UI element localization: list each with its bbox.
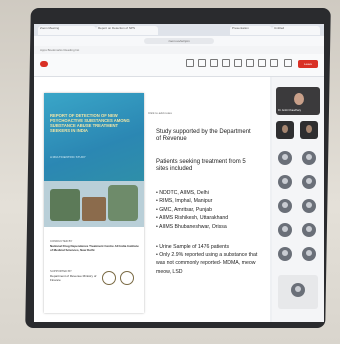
microphone-icon[interactable] bbox=[186, 59, 194, 67]
speaker-name: Dr. Ankit Chaudhary bbox=[278, 109, 302, 112]
notes-heading: Study supported by the Department of Rev… bbox=[156, 129, 251, 143]
url-field[interactable]: zoom.us/wc/join bbox=[144, 38, 214, 44]
participant-avatar-icon bbox=[291, 283, 305, 297]
apps-icon[interactable] bbox=[258, 59, 266, 67]
participants-icon[interactable] bbox=[210, 59, 218, 67]
participant-avatar-icon[interactable] bbox=[302, 247, 316, 261]
participants-panel: Dr. Ankit Chaudhary bbox=[272, 77, 324, 322]
list-item: GMC, Amritsar, Punjab bbox=[156, 206, 266, 214]
sites-list: NDDTC, AIIMS, Delhi RIMS, Imphal, Manipu… bbox=[156, 189, 266, 231]
participant-avatar-icon[interactable] bbox=[278, 247, 292, 261]
participant-video bbox=[282, 125, 288, 133]
list-item: AIIMS Rishikesh, Uttarakhand bbox=[156, 214, 266, 222]
participant-avatar-icon[interactable] bbox=[278, 175, 292, 189]
findings-list: Urine Sample of 1476 patients Only 2.9% … bbox=[156, 243, 266, 276]
browser-tab[interactable]: Presentation bbox=[230, 26, 272, 35]
participant-video-tile[interactable] bbox=[300, 121, 318, 139]
list-item: AIIMS Bhubaneshwar, Orissa bbox=[156, 223, 266, 231]
meeting-toolbar: Leave bbox=[34, 54, 324, 77]
settings-icon[interactable] bbox=[284, 59, 292, 67]
emblem-icon bbox=[102, 271, 116, 285]
browser-address-bar: zoom.us/wc/join bbox=[34, 36, 324, 46]
cover-banner: REPORT OF DETECTION OF NEW PSYCHOACTIVE … bbox=[44, 93, 144, 181]
browser-tab[interactable]: Report on Detection of NPS bbox=[96, 26, 158, 35]
notes-section: Patients seeking treatment from 5 sites … bbox=[156, 159, 246, 173]
list-item: Only 2.9% reported using a substance tha… bbox=[156, 251, 266, 276]
supported-by-label: SUPPORTED BY bbox=[50, 269, 72, 273]
conducted-by-label: CONDUCTED BY bbox=[50, 239, 73, 243]
browser-tab[interactable]: Untitled bbox=[272, 26, 320, 35]
reactions-icon[interactable] bbox=[246, 59, 254, 67]
participant-tile[interactable] bbox=[278, 275, 318, 309]
list-item: Urine Sample of 1476 patients bbox=[156, 243, 266, 251]
bookmarks-bar: Apps Bookmarks Reading list bbox=[34, 46, 324, 54]
participant-avatar-icon[interactable] bbox=[302, 223, 316, 237]
browser-tab-bar: Zoom Meeting Report on Detection of NPS … bbox=[34, 24, 324, 36]
leave-button[interactable]: Leave bbox=[298, 60, 318, 68]
share-screen-icon[interactable] bbox=[234, 59, 242, 67]
speaker-video bbox=[294, 93, 304, 105]
chat-icon[interactable] bbox=[222, 59, 230, 67]
more-icon[interactable] bbox=[270, 59, 278, 67]
notes-label: Click to add notes bbox=[148, 111, 172, 115]
record-icon[interactable] bbox=[40, 61, 48, 67]
speaker-notes: Click to add notes Study supported by th… bbox=[148, 111, 268, 315]
speaker-video-tile[interactable]: Dr. Ankit Chaudhary bbox=[276, 87, 320, 115]
participant-avatar-icon[interactable] bbox=[278, 223, 292, 237]
participant-avatar-icon[interactable] bbox=[278, 199, 292, 213]
list-item: RIMS, Imphal, Manipur bbox=[156, 197, 266, 205]
cover-photo bbox=[108, 185, 138, 221]
participant-video bbox=[306, 125, 312, 133]
participant-avatar-icon[interactable] bbox=[278, 151, 292, 165]
conducting-centre: National Drug Dependence Treatment Centr… bbox=[50, 244, 139, 252]
supporting-department: Department of Revenue Ministry of Financ… bbox=[50, 274, 97, 282]
cover-photos bbox=[44, 181, 144, 227]
list-item: NDDTC, AIIMS, Delhi bbox=[156, 189, 266, 197]
shared-presentation: REPORT OF DETECTION OF NEW PSYCHOACTIVE … bbox=[34, 77, 270, 322]
cover-photo bbox=[82, 197, 106, 221]
cover-title: REPORT OF DETECTION OF NEW PSYCHOACTIVE … bbox=[50, 113, 130, 133]
report-cover-slide: REPORT OF DETECTION OF NEW PSYCHOACTIVE … bbox=[44, 93, 144, 313]
laptop-screen: Zoom Meeting Report on Detection of NPS … bbox=[34, 24, 324, 322]
camera-icon[interactable] bbox=[198, 59, 206, 67]
participant-avatar-icon[interactable] bbox=[302, 151, 316, 165]
participant-video-tile[interactable] bbox=[276, 121, 294, 139]
participant-avatar-icon[interactable] bbox=[302, 175, 316, 189]
cover-photo bbox=[50, 189, 80, 221]
browser-tab[interactable]: Zoom Meeting bbox=[38, 26, 96, 35]
cover-subtitle: A MULTICENTRIC STUDY bbox=[50, 155, 86, 159]
participant-avatar-icon[interactable] bbox=[302, 199, 316, 213]
logo-icon bbox=[120, 271, 134, 285]
